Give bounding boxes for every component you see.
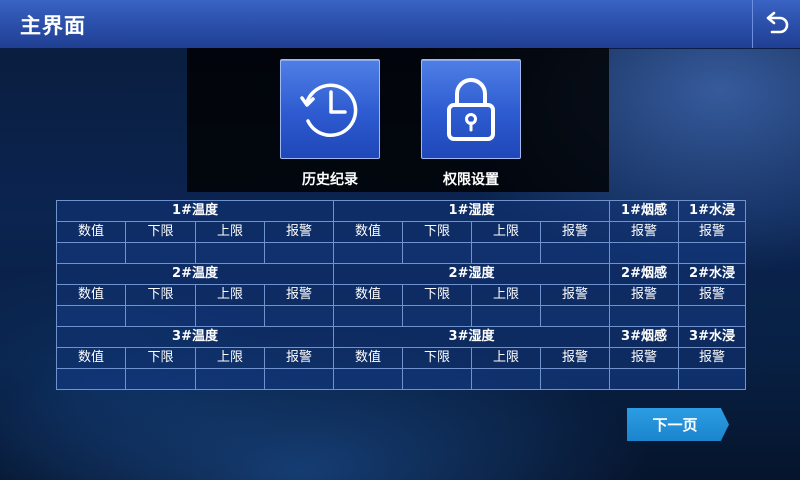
temp-upper-input[interactable] bbox=[195, 368, 265, 390]
permission-button[interactable] bbox=[421, 59, 521, 159]
temp-upper-input[interactable] bbox=[195, 305, 265, 327]
water-header: 2#水浸 bbox=[678, 263, 747, 285]
humidity-lower-input[interactable] bbox=[402, 305, 473, 327]
next-page-button[interactable]: 下一页 bbox=[627, 408, 729, 441]
col-upper: 上限 bbox=[195, 347, 265, 369]
column-label-row: 数值 下限 上限 报警 数值 下限 上限 报警 报警 报警 bbox=[56, 284, 747, 306]
water-alarm-cell bbox=[678, 368, 747, 390]
padlock-icon bbox=[447, 78, 495, 141]
col-alarm: 报警 bbox=[678, 284, 747, 306]
group-header-row: 1#温度 1#湿度 1#烟感 1#水浸 bbox=[55, 200, 747, 222]
smoke-header: 1#烟感 bbox=[609, 200, 680, 222]
col-alarm: 报警 bbox=[678, 347, 747, 369]
col-value: 数值 bbox=[333, 347, 404, 369]
temp-value-cell bbox=[56, 242, 126, 264]
col-upper: 上限 bbox=[471, 347, 542, 369]
humidity-value-cell bbox=[333, 305, 404, 327]
humidity-upper-input[interactable] bbox=[471, 368, 542, 390]
clock-history-icon bbox=[300, 83, 358, 138]
temp-lower-input[interactable] bbox=[125, 242, 196, 264]
menu-panel: 历史纪录 权限设置 bbox=[187, 48, 609, 192]
humidity-header: 1#湿度 bbox=[333, 200, 611, 222]
return-arrow-icon bbox=[766, 11, 788, 34]
col-lower: 下限 bbox=[125, 284, 196, 306]
water-alarm-cell bbox=[678, 242, 747, 264]
temp-header: 3#温度 bbox=[55, 326, 335, 348]
col-lower: 下限 bbox=[125, 221, 196, 243]
col-lower: 下限 bbox=[402, 347, 473, 369]
column-label-row: 数值 下限 上限 报警 数值 下限 上限 报警 报警 报警 bbox=[56, 221, 747, 243]
col-alarm: 报警 bbox=[263, 347, 335, 369]
col-alarm: 报警 bbox=[540, 284, 611, 306]
page-title: 主界面 bbox=[20, 14, 86, 38]
col-alarm: 报警 bbox=[678, 221, 747, 243]
temp-alarm-cell bbox=[263, 368, 335, 390]
col-alarm: 报警 bbox=[263, 284, 335, 306]
humidity-upper-input[interactable] bbox=[471, 305, 542, 327]
col-lower: 下限 bbox=[402, 221, 473, 243]
history-button[interactable] bbox=[280, 59, 380, 159]
value-row bbox=[56, 305, 747, 327]
humidity-value-cell bbox=[333, 242, 404, 264]
col-alarm: 报警 bbox=[609, 284, 680, 306]
col-alarm: 报警 bbox=[609, 347, 680, 369]
water-header: 3#水浸 bbox=[678, 326, 747, 348]
col-upper: 上限 bbox=[471, 284, 542, 306]
col-upper: 上限 bbox=[195, 284, 265, 306]
humidity-upper-input[interactable] bbox=[471, 242, 542, 264]
humidity-lower-input[interactable] bbox=[402, 242, 473, 264]
humidity-alarm-cell bbox=[540, 242, 611, 264]
value-row bbox=[56, 368, 747, 390]
water-alarm-cell bbox=[678, 305, 747, 327]
col-lower: 下限 bbox=[402, 284, 473, 306]
column-label-row: 数值 下限 上限 报警 数值 下限 上限 报警 报警 报警 bbox=[56, 347, 747, 369]
humidity-header: 2#湿度 bbox=[333, 263, 611, 285]
humidity-alarm-cell bbox=[540, 368, 611, 390]
smoke-header: 3#烟感 bbox=[609, 326, 680, 348]
col-value: 数值 bbox=[56, 221, 126, 243]
temp-upper-input[interactable] bbox=[195, 242, 265, 264]
col-alarm: 报警 bbox=[609, 221, 680, 243]
temp-header: 2#温度 bbox=[55, 263, 335, 285]
col-lower: 下限 bbox=[125, 347, 196, 369]
col-value: 数值 bbox=[56, 284, 126, 306]
temp-lower-input[interactable] bbox=[125, 368, 196, 390]
smoke-alarm-cell bbox=[609, 368, 680, 390]
col-alarm: 报警 bbox=[263, 221, 335, 243]
smoke-alarm-cell bbox=[609, 305, 680, 327]
water-header: 1#水浸 bbox=[678, 200, 747, 222]
smoke-alarm-cell bbox=[609, 242, 680, 264]
col-value: 数值 bbox=[333, 221, 404, 243]
col-alarm: 报警 bbox=[540, 221, 611, 243]
back-button[interactable] bbox=[752, 0, 800, 48]
smoke-header: 2#烟感 bbox=[609, 263, 680, 285]
temp-alarm-cell bbox=[263, 305, 335, 327]
col-alarm: 报警 bbox=[540, 347, 611, 369]
temp-value-cell bbox=[56, 305, 126, 327]
value-row bbox=[56, 242, 747, 264]
temp-header: 1#温度 bbox=[55, 200, 335, 222]
humidity-value-cell bbox=[333, 368, 404, 390]
permission-label: 权限设置 bbox=[443, 172, 499, 188]
history-label: 历史纪录 bbox=[302, 172, 358, 188]
sensor-table: 1#温度 1#湿度 1#烟感 1#水浸 数值 下限 上限 报警 数值 下限 上限… bbox=[55, 200, 747, 390]
title-bar: 主界面 bbox=[0, 0, 800, 49]
humidity-alarm-cell bbox=[540, 305, 611, 327]
col-upper: 上限 bbox=[471, 221, 542, 243]
group-header-row: 2#温度 2#湿度 2#烟感 2#水浸 bbox=[55, 263, 747, 285]
col-upper: 上限 bbox=[195, 221, 265, 243]
temp-lower-input[interactable] bbox=[125, 305, 196, 327]
temp-value-cell bbox=[56, 368, 126, 390]
col-value: 数值 bbox=[56, 347, 126, 369]
humidity-header: 3#湿度 bbox=[333, 326, 611, 348]
group-header-row: 3#温度 3#湿度 3#烟感 3#水浸 bbox=[55, 326, 747, 348]
col-value: 数值 bbox=[333, 284, 404, 306]
temp-alarm-cell bbox=[263, 242, 335, 264]
humidity-lower-input[interactable] bbox=[402, 368, 473, 390]
